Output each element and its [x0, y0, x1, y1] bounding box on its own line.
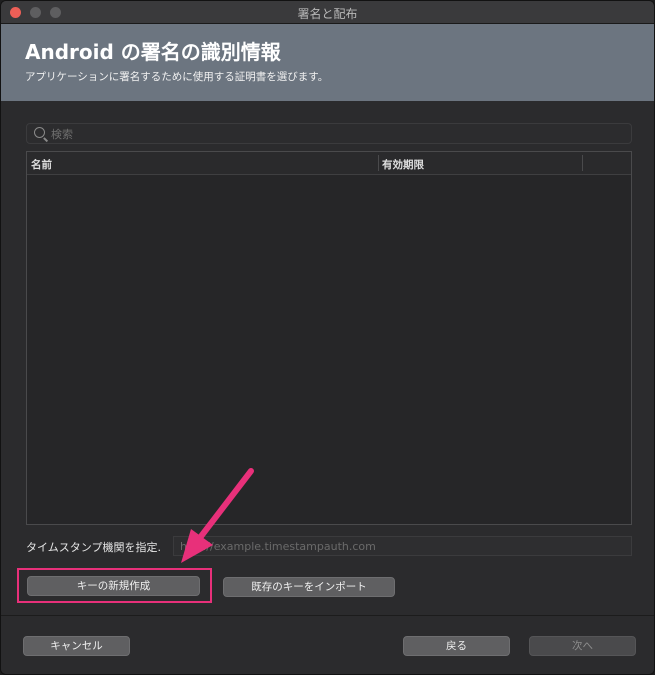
timestamp-authority-input[interactable]	[173, 536, 632, 556]
timestamp-authority-label: タイムスタンプ機関を指定.	[26, 541, 161, 554]
titlebar: 署名と配布	[1, 1, 654, 24]
column-separator[interactable]	[582, 155, 583, 171]
cancel-button[interactable]: キャンセル	[23, 636, 130, 656]
import-existing-key-button[interactable]: 既存のキーをインポート	[223, 577, 395, 597]
page-title: Android の署名の識別情報	[25, 40, 281, 64]
window-title: 署名と配布	[297, 7, 358, 21]
next-button[interactable]: 次へ	[529, 636, 636, 656]
search-input[interactable]	[49, 124, 613, 145]
signing-dialog-window: 署名と配布 Android の署名の識別情報 アプリケーションに署名するために使…	[0, 0, 655, 675]
search-icon	[34, 127, 45, 138]
footer-bar: キャンセル 戻る 次へ	[1, 616, 654, 674]
column-separator[interactable]	[378, 155, 379, 171]
search-box[interactable]	[26, 123, 632, 145]
create-new-key-button[interactable]: キーの新規作成	[27, 576, 200, 596]
page-subtitle: アプリケーションに署名するために使用する証明書を選びます。	[25, 71, 329, 83]
table-header: 名前 有効期限	[27, 152, 631, 175]
back-button[interactable]: 戻る	[403, 636, 510, 656]
key-list-table[interactable]: 名前 有効期限	[26, 151, 632, 525]
header-banner: Android の署名の識別情報 アプリケーションに署名するために使用する証明書…	[1, 24, 654, 101]
column-header-expiry[interactable]: 有効期限	[382, 157, 424, 172]
column-header-name[interactable]: 名前	[31, 157, 52, 172]
